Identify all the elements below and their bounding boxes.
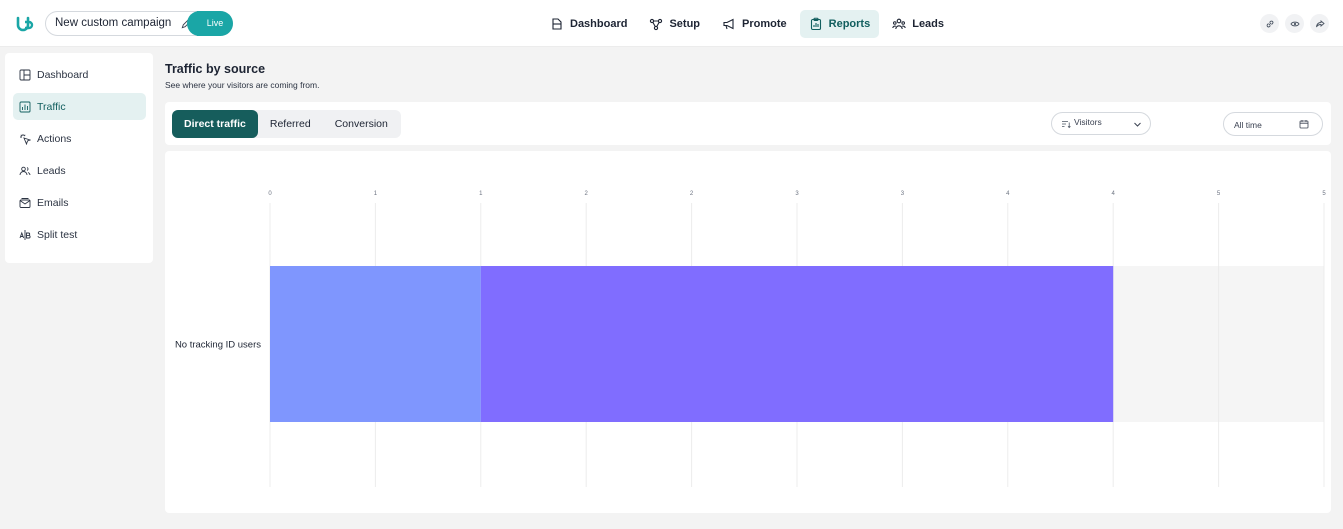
megaphone-icon — [723, 18, 734, 30]
live-label: Live — [206, 18, 224, 28]
x-tick-label: 1 — [479, 191, 483, 197]
x-tick-label: 4 — [1112, 191, 1116, 197]
calendar-icon — [1299, 120, 1309, 129]
page-title: Traffic by source — [165, 62, 266, 76]
sidebar: Dashboard Traffic Actions Leads Emails S… — [5, 53, 153, 263]
chevron-down-icon — [1134, 122, 1141, 127]
share-icon — [1315, 19, 1325, 27]
x-tick-label: 2 — [585, 191, 589, 197]
sidebar-item-label: Emails — [37, 196, 69, 209]
nav-leads-label: Leads — [912, 18, 945, 30]
nav-dashboard-label: Dashboard — [570, 18, 628, 30]
top-actions — [1260, 14, 1329, 33]
x-tick-label: 1 — [374, 191, 378, 197]
nav-reports[interactable]: Reports — [799, 10, 880, 38]
dashboard-icon — [552, 18, 562, 30]
bar-chart-icon — [19, 101, 31, 112]
nav-promote-label: Promote — [742, 18, 787, 30]
sidebar-item-label: Leads — [37, 164, 66, 177]
clipboard-icon — [810, 17, 821, 31]
layout-icon — [19, 69, 31, 80]
nav-leads[interactable]: Leads — [883, 10, 953, 38]
sort-icon — [1062, 121, 1071, 129]
traffic-bar-chart: 0 1 1 2 2 3 3 4 4 5 5 No tracking ID users — [175, 191, 1326, 487]
bar-segment-2 — [480, 266, 1114, 422]
x-tick-label: 3 — [901, 191, 905, 197]
live-status-badge[interactable]: Live — [187, 11, 233, 36]
traffic-chart-card: 0 1 1 2 2 3 3 4 4 5 5 No tracking ID users — [165, 151, 1331, 513]
traffic-tabs: Direct traffic Referred Conversion — [172, 110, 401, 138]
nav-setup-label: Setup — [669, 18, 701, 30]
bar-segment-1 — [270, 266, 481, 422]
main-nav: Dashboard Setup Promote Reports Leads — [541, 10, 953, 38]
nav-dashboard[interactable]: Dashboard — [541, 10, 636, 38]
logo-icon[interactable] — [15, 14, 35, 34]
mail-icon — [19, 197, 31, 208]
sidebar-item-split-test[interactable]: Split test — [13, 221, 146, 248]
page-subtitle: See where your visitors are coming from. — [165, 80, 320, 90]
category-label: No tracking ID users — [175, 340, 261, 351]
tab-conversion[interactable]: Conversion — [323, 110, 400, 138]
tab-direct-traffic[interactable]: Direct traffic — [172, 110, 258, 138]
x-tick-label: 2 — [690, 191, 694, 197]
tab-referred[interactable]: Referred — [258, 110, 323, 138]
people-icon — [892, 18, 906, 30]
click-icon — [20, 133, 31, 145]
x-tick-label: 5 — [1217, 191, 1221, 197]
x-tick-label: 4 — [1006, 191, 1010, 197]
date-range-value: All time — [1234, 120, 1262, 130]
campaign-name-pill[interactable]: New custom campaign Live — [45, 11, 233, 36]
sidebar-item-leads[interactable]: Leads — [13, 157, 146, 184]
nav-promote[interactable]: Promote — [713, 10, 796, 38]
sidebar-item-label: Traffic — [37, 100, 66, 113]
sidebar-item-traffic[interactable]: Traffic — [13, 93, 146, 120]
top-bar: New custom campaign Live Dashboard Setup… — [0, 0, 1343, 47]
sidebar-item-actions[interactable]: Actions — [13, 125, 146, 152]
users-icon — [19, 166, 31, 175]
link-icon — [1266, 20, 1273, 27]
sidebar-item-label: Actions — [37, 132, 72, 145]
sidebar-item-dashboard[interactable]: Dashboard — [13, 61, 146, 88]
x-tick-label: 5 — [1322, 191, 1326, 197]
metric-select-value: Visitors — [1074, 117, 1102, 127]
sidebar-item-emails[interactable]: Emails — [13, 189, 146, 216]
sidebar-item-label: Dashboard — [37, 68, 89, 81]
campaign-name: New custom campaign — [55, 17, 172, 29]
share-button[interactable] — [1310, 14, 1329, 33]
x-tick-label: 3 — [795, 191, 799, 197]
split-icon — [19, 229, 31, 240]
eye-icon — [1289, 21, 1300, 26]
nav-setup[interactable]: Setup — [640, 10, 709, 38]
preview-button[interactable] — [1285, 14, 1304, 33]
nav-reports-label: Reports — [828, 18, 871, 30]
report-toolbar: Direct traffic Referred Conversion Visit… — [165, 102, 1331, 145]
setup-icon — [650, 18, 663, 31]
metric-select[interactable]: Visitors — [1051, 112, 1151, 135]
sidebar-item-label: Split test — [37, 228, 78, 241]
copy-link-button[interactable] — [1260, 14, 1279, 33]
date-range-picker[interactable]: All time — [1223, 112, 1323, 136]
x-tick-label: 0 — [268, 191, 272, 197]
